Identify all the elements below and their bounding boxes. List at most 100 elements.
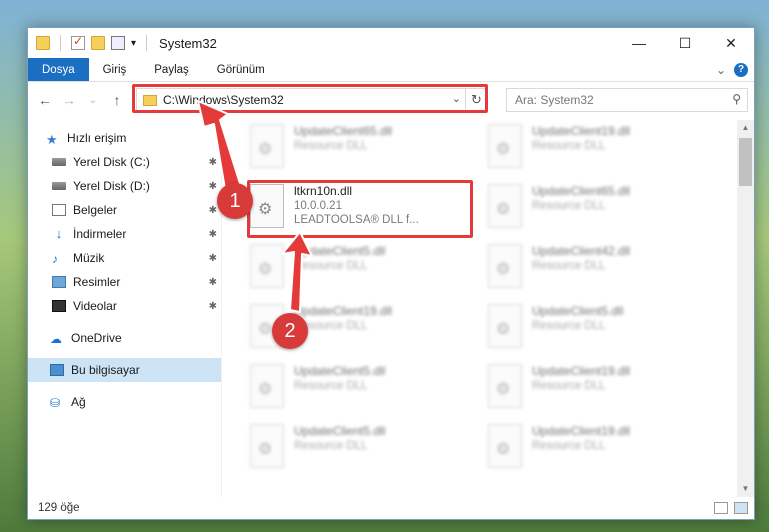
pin-icon[interactable]: ✱ <box>209 157 217 168</box>
pin-icon[interactable]: ✱ <box>209 253 217 264</box>
pin-icon[interactable]: ✱ <box>209 277 217 288</box>
search-input[interactable]: Ara: System32 ⚲ <box>506 88 748 112</box>
file-highlight-box <box>247 180 473 238</box>
file-item[interactable]: UpdateClient5.dll Resource DLL <box>488 304 708 362</box>
back-button[interactable]: ← <box>36 92 54 108</box>
maximize-button[interactable]: ☐ <box>662 28 708 58</box>
sidebar-item-label: Hızlı erişim <box>67 131 127 145</box>
dll-file-icon <box>488 304 522 348</box>
divider <box>146 35 148 51</box>
dll-file-icon <box>488 364 522 408</box>
details-view-icon[interactable] <box>714 502 728 514</box>
forward-button[interactable]: → <box>60 92 78 108</box>
documents-icon <box>52 204 66 216</box>
pin-icon[interactable]: ✱ <box>209 205 217 216</box>
help-icon[interactable]: ? <box>734 62 748 77</box>
step-badge-1: 1 <box>217 183 253 219</box>
disk-icon <box>52 182 66 190</box>
sidebar-item-onedrive[interactable]: ☁ OneDrive <box>28 326 221 350</box>
sidebar-item-label: İndirmeler <box>73 227 127 241</box>
file-name: UpdateClient19.dll <box>532 424 631 438</box>
sidebar-item-this-pc[interactable]: Bu bilgisayar <box>28 358 221 382</box>
file-description: Resource DLL <box>294 380 368 392</box>
file-description: Resource DLL <box>294 440 368 452</box>
sidebar-item-music[interactable]: ♪ Müzik ✱ <box>28 246 221 270</box>
tab-giris[interactable]: Giriş <box>89 58 141 81</box>
file-item[interactable]: UpdateClient19.dll Resource DLL <box>488 364 708 422</box>
dll-file-icon <box>488 124 522 168</box>
pin-icon[interactable]: ✱ <box>209 181 217 192</box>
sidebar-item-videos[interactable]: Videolar ✱ <box>28 294 221 318</box>
close-button[interactable]: ✕ <box>708 28 754 58</box>
file-description: Resource DLL <box>532 140 606 152</box>
file-name: UpdateClient65.dll <box>532 184 631 198</box>
recent-locations-button[interactable]: ⌄ <box>84 95 102 106</box>
tab-dosya[interactable]: Dosya <box>28 58 89 81</box>
tab-gorunum[interactable]: Görünüm <box>203 58 279 81</box>
file-item[interactable]: UpdateClient65.dll Resource DLL <box>488 184 708 242</box>
folder-icon[interactable] <box>36 36 50 50</box>
file-description: Resource DLL <box>532 260 606 272</box>
window-controls: — ☐ ✕ <box>616 28 754 58</box>
sidebar-item-documents[interactable]: Belgeler ✱ <box>28 198 221 222</box>
sidebar-item-label: Bu bilgisayar <box>71 363 140 377</box>
minimize-button[interactable]: — <box>616 28 662 58</box>
file-item[interactable]: UpdateClient42.dll Resource DLL <box>488 244 708 302</box>
properties-check-icon[interactable] <box>71 34 85 50</box>
file-list: UpdateClient65.dll Resource DLL ltkrn10n… <box>222 120 754 497</box>
sidebar-item-disk-d[interactable]: Yerel Disk (D:) ✱ <box>28 174 221 198</box>
scroll-up-arrow-icon[interactable]: ▲ <box>737 120 754 136</box>
file-name: UpdateClient5.dll <box>532 304 624 318</box>
file-description: Resource DLL <box>532 200 606 212</box>
chevron-down-icon[interactable]: ▾ <box>131 38 136 49</box>
dll-file-icon <box>250 364 284 408</box>
sidebar-item-pictures[interactable]: Resimler ✱ <box>28 270 221 294</box>
dll-file-icon <box>488 184 522 228</box>
file-item[interactable]: UpdateClient5.dll Resource DLL <box>250 424 470 482</box>
file-name: UpdateClient5.dll <box>294 364 386 378</box>
pin-icon[interactable]: ✱ <box>209 229 217 240</box>
step-badge-2: 2 <box>272 313 308 349</box>
vertical-scrollbar[interactable]: ▲ ▼ <box>737 120 754 497</box>
file-item[interactable]: UpdateClient5.dll Resource DLL <box>250 244 470 302</box>
new-folder-icon[interactable] <box>91 36 105 50</box>
scroll-down-arrow-icon[interactable]: ▼ <box>737 481 754 497</box>
downloads-icon: ↓ <box>55 226 63 241</box>
file-description: Resource DLL <box>532 440 606 452</box>
dll-file-icon <box>488 244 522 288</box>
large-icons-view-icon[interactable] <box>734 502 748 514</box>
sidebar-item-label: Yerel Disk (C:) <box>73 155 150 169</box>
file-description: Resource DLL <box>532 380 606 392</box>
navigation-pane: ★ Hızlı erişim Yerel Disk (C:) ✱ Yerel D… <box>28 120 222 497</box>
address-highlight-box <box>132 84 488 113</box>
sidebar-item-disk-c[interactable]: Yerel Disk (C:) ✱ <box>28 150 221 174</box>
file-item[interactable]: UpdateClient65.dll Resource DLL <box>250 124 470 182</box>
sidebar-item-label: Yerel Disk (D:) <box>73 179 150 193</box>
sidebar-item-quick-access[interactable]: ★ Hızlı erişim <box>28 126 221 150</box>
dll-file-icon <box>250 244 284 288</box>
tab-paylas[interactable]: Paylaş <box>140 58 203 81</box>
network-icon: ⛁ <box>50 396 61 410</box>
disk-icon <box>52 158 66 166</box>
sidebar-item-downloads[interactable]: ↓ İndirmeler ✱ <box>28 222 221 246</box>
scrollbar-thumb[interactable] <box>739 138 752 186</box>
file-description: Resource DLL <box>294 260 368 272</box>
search-icon[interactable]: ⚲ <box>732 92 741 106</box>
sidebar-item-label: Videolar <box>73 299 117 313</box>
item-count: 129 öğe <box>38 502 80 514</box>
file-item[interactable]: UpdateClient19.dll Resource DLL <box>488 424 708 482</box>
dll-file-icon <box>488 424 522 468</box>
up-button[interactable]: ↑ <box>108 92 126 108</box>
file-name: UpdateClient19.dll <box>294 304 393 318</box>
customize-toolbar-icon[interactable] <box>111 36 125 50</box>
pin-icon[interactable]: ✱ <box>209 301 217 312</box>
sidebar-item-network[interactable]: ⛁ Ağ <box>28 390 221 414</box>
file-name: UpdateClient19.dll <box>532 364 631 378</box>
quick-access-toolbar: ▾ <box>36 34 151 51</box>
file-description: Resource DLL <box>294 320 368 332</box>
file-item[interactable]: UpdateClient5.dll Resource DLL <box>250 364 470 422</box>
file-item[interactable]: UpdateClient19.dll Resource DLL <box>488 124 708 182</box>
expand-ribbon-icon[interactable]: ⌄ <box>716 63 726 77</box>
file-name: UpdateClient42.dll <box>532 244 631 258</box>
ribbon-tabs: Dosya Giriş Paylaş Görünüm ⌄ ? <box>28 58 754 82</box>
